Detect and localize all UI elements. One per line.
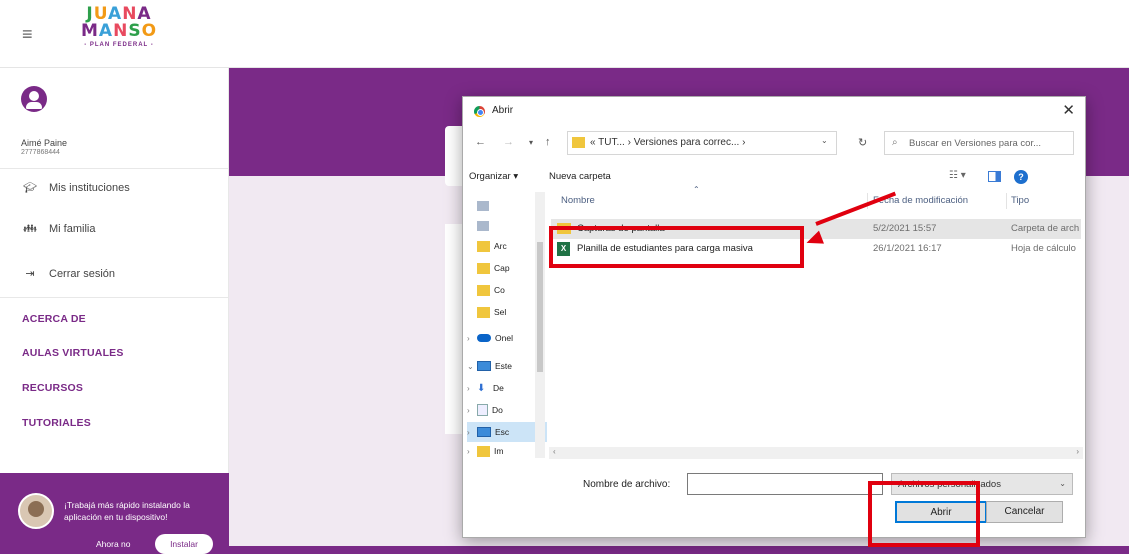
organize-button[interactable]: Organizar ▾ — [469, 171, 518, 182]
nav-pane-scrollbar[interactable] — [535, 192, 545, 458]
file-date: 26/1/2021 16:17 — [873, 243, 942, 254]
up-arrow-icon[interactable]: ↑ — [545, 136, 551, 148]
footer-band — [229, 546, 1129, 554]
user-id: 2777868444 — [21, 149, 60, 156]
scrollbar-thumb[interactable] — [537, 242, 543, 372]
open-file-dialog: Abrir ✕ ← → ▾ ↑ « TUT... › Versiones par… — [462, 96, 1086, 538]
dialog-toolbar: Organizar ▾ Nueva carpeta ☷ ▾ ? — [463, 167, 1085, 189]
install-button[interactable]: Instalar — [155, 534, 213, 554]
scroll-right-icon[interactable]: › — [1076, 447, 1079, 456]
cancel-button[interactable]: Cancelar — [986, 501, 1063, 523]
close-icon[interactable]: ✕ — [1062, 101, 1075, 119]
file-date: 5/2/2021 15:57 — [873, 223, 937, 234]
horizontal-scrollbar[interactable]: ‹ › — [549, 447, 1083, 459]
file-type: Hoja de cálculo — [1011, 243, 1076, 254]
help-icon[interactable]: ? — [1014, 170, 1028, 184]
dialog-titlebar: Abrir ✕ — [463, 97, 1085, 125]
logout-icon: ⇥ — [25, 268, 35, 280]
section-tutoriales[interactable]: TUTORIALES — [22, 417, 91, 429]
new-folder-button[interactable]: Nueva carpeta — [549, 171, 611, 182]
view-options-icon[interactable]: ☷ ▾ — [949, 170, 966, 181]
search-input[interactable]: ⌕ Buscar en Versiones para cor... — [884, 131, 1074, 155]
dialog-title: Abrir — [492, 105, 514, 116]
section-recursos[interactable]: RECURSOS — [22, 382, 83, 394]
folder-icon — [477, 445, 490, 457]
cloud-icon — [477, 334, 491, 342]
back-arrow-icon[interactable]: ← — [475, 136, 486, 148]
desktop-icon — [477, 427, 491, 437]
pinned-item-icon — [477, 221, 489, 231]
promo-avatar — [18, 493, 54, 529]
filename-input[interactable] — [687, 473, 883, 495]
computer-icon — [477, 361, 491, 371]
preview-pane-icon[interactable] — [988, 171, 1001, 182]
recent-locations-icon[interactable]: ▾ — [529, 138, 533, 147]
hamburger-menu-icon[interactable]: ≡ — [22, 24, 33, 45]
nav-mi-familia[interactable]: 👪︎ Mi familia — [23, 222, 96, 236]
chevron-down-icon: ⌄ — [1059, 479, 1066, 488]
filename-label: Nombre de archivo: — [583, 479, 671, 490]
column-header-name[interactable]: Nombre — [561, 195, 595, 206]
later-button[interactable]: Ahora no — [96, 539, 131, 549]
chrome-icon — [474, 106, 485, 117]
pinned-item-icon — [477, 201, 489, 211]
juana-manso-logo[interactable]: JUANA MANSO - PLAN FEDERAL - — [74, 6, 164, 49]
nav-cerrar-sesion[interactable]: ⇥ Cerrar sesión — [23, 267, 116, 281]
chevron-down-icon[interactable]: ⌄ — [821, 136, 828, 145]
nav-mis-instituciones[interactable]: 🎓︎ Mis instituciones — [23, 181, 130, 195]
search-icon: ⌕ — [892, 137, 898, 148]
install-promo: ¡Trabajá más rápido instalando la aplica… — [0, 473, 229, 554]
divider — [0, 168, 229, 169]
address-row: ← → ▾ ↑ « TUT... › Versiones para correc… — [463, 130, 1085, 156]
graduation-cap-icon: 🎓︎ — [23, 182, 37, 194]
search-placeholder: Buscar en Versiones para cor... — [909, 138, 1042, 149]
section-acerca-de[interactable]: ACERCA DE — [22, 313, 86, 325]
user-avatar-icon — [21, 86, 47, 112]
promo-text: ¡Trabajá más rápido instalando la aplica… — [64, 500, 190, 522]
folder-icon — [477, 262, 490, 274]
folder-icon — [477, 306, 490, 318]
folder-icon — [572, 137, 585, 148]
nav-label: Mis instituciones — [49, 181, 130, 194]
user-name: Aimé Paine — [21, 138, 68, 148]
folder-icon — [477, 240, 490, 252]
file-type: Carpeta de arch — [1011, 223, 1080, 234]
nav-label: Mi familia — [49, 222, 96, 235]
nav-label: Cerrar sesión — [49, 267, 116, 280]
folder-icon — [477, 284, 490, 296]
sort-indicator-icon: ⌃ — [693, 185, 700, 194]
family-icon: 👪︎ — [23, 223, 37, 235]
column-header-type[interactable]: Tipo — [1011, 195, 1029, 206]
forward-arrow-icon[interactable]: → — [503, 136, 514, 148]
address-path: « TUT... › Versiones para correc... › — [590, 137, 746, 148]
download-icon: ⬇ — [477, 382, 486, 394]
sidebar: Aimé Paine 2777868444 🎓︎ Mis institucion… — [0, 68, 229, 554]
refresh-icon[interactable]: ↻ — [858, 136, 867, 149]
document-icon — [477, 404, 488, 416]
divider — [0, 297, 229, 298]
section-aulas-virtuales[interactable]: AULAS VIRTUALES — [22, 347, 124, 359]
open-button-highlight-box — [868, 481, 980, 547]
column-separator[interactable] — [1006, 193, 1007, 209]
file-highlight-box — [549, 226, 804, 268]
top-bar: ≡ JUANA MANSO - PLAN FEDERAL - — [0, 0, 1129, 68]
address-bar[interactable]: « TUT... › Versiones para correc... › — [567, 131, 837, 155]
scroll-left-icon[interactable]: ‹ — [553, 447, 556, 456]
